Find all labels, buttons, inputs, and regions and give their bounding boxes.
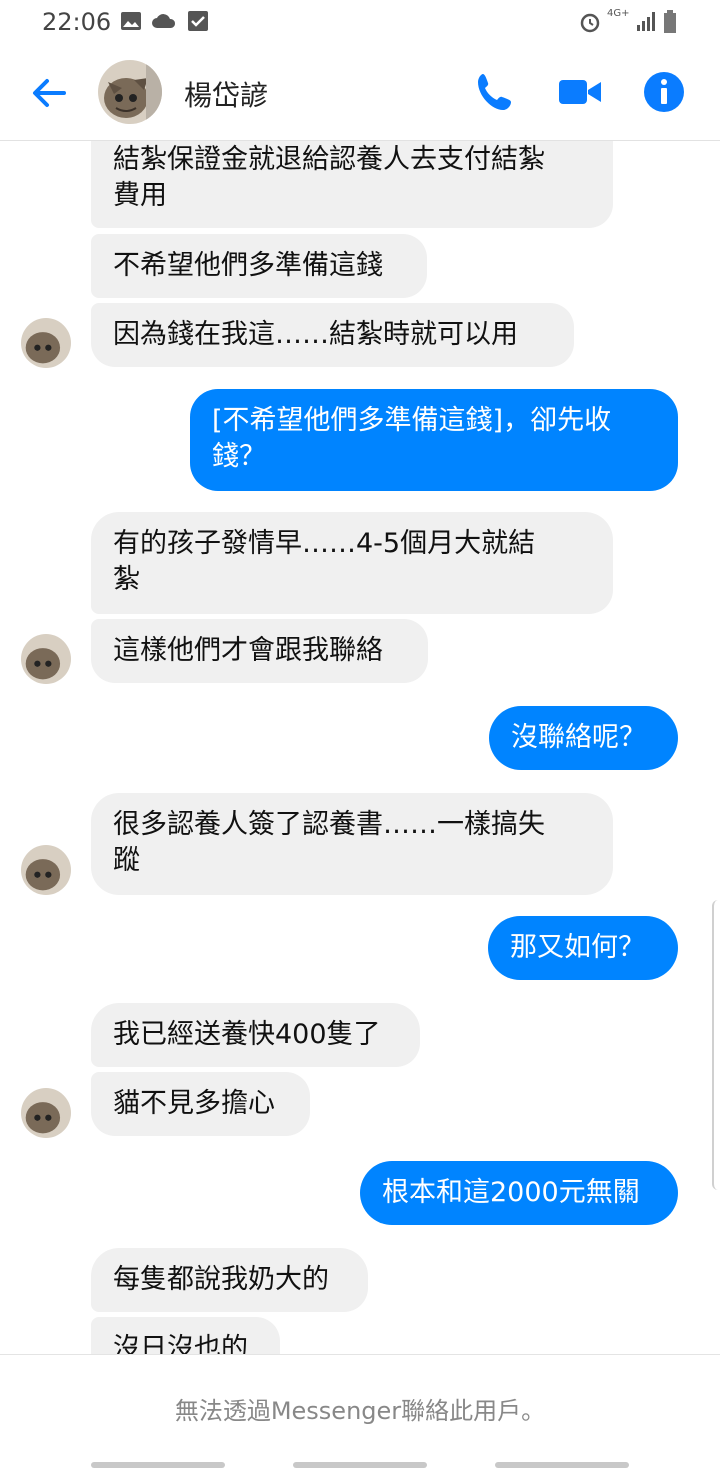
phone-icon[interactable]	[474, 70, 518, 114]
edge-panel-handle[interactable]	[712, 900, 720, 1190]
image-notification-icon	[121, 12, 141, 30]
contact-avatar[interactable]	[98, 60, 162, 124]
message-bubble-incoming: 這樣他們才會跟我聯絡	[91, 619, 428, 683]
cloud-icon	[152, 14, 176, 28]
sender-avatar	[21, 318, 71, 368]
nav-home-button[interactable]	[293, 1462, 427, 1468]
nav-recent-button[interactable]	[91, 1462, 225, 1468]
message-bubble-incoming: 因為錢在我這……結紮時就可以用	[91, 303, 574, 367]
message-bubble-incoming: 每隻都說我奶大的	[91, 1248, 368, 1312]
message-bubble-outgoing: [不希望他們多準備這錢]，卻先收 錢？	[190, 389, 678, 491]
contact-name: 楊岱諺	[184, 79, 269, 112]
message-bubble-incoming: 貓不見多擔心	[91, 1072, 310, 1136]
message-bubble-incoming: 沒日沒也的	[91, 1317, 280, 1354]
status-bar: 22:06 4G+	[0, 0, 720, 44]
signal-icon	[637, 12, 655, 31]
message-thread[interactable]: 結紮保證金就退給認養人去支付結紮 費用 不希望他們多準備這錢 因為錢在我這……結…	[0, 140, 720, 1354]
message-bubble-incoming: 不希望他們多準備這錢	[91, 234, 427, 298]
message-bubble-incoming: 很多認養人簽了認養書……一樣搞失 蹤	[91, 793, 613, 895]
message-bubble-outgoing: 根本和這2000元無關	[360, 1161, 678, 1225]
message-bubble-outgoing: 那又如何？	[488, 916, 678, 980]
cannot-message-notice: 無法透過Messenger聯絡此用戶。	[174, 1397, 546, 1425]
checkbox-notification-icon	[188, 11, 208, 31]
message-bubble-outgoing: 沒聯絡呢？	[489, 706, 678, 770]
nav-back-button[interactable]	[495, 1462, 629, 1468]
battery-icon	[664, 10, 676, 33]
sender-avatar	[21, 1088, 71, 1138]
network-type: 4G+	[607, 8, 630, 19]
status-time: 22:06	[42, 8, 112, 36]
back-arrow-icon[interactable]	[28, 72, 70, 114]
conversation-header: 楊岱諺	[0, 44, 720, 141]
video-camera-icon[interactable]	[558, 70, 602, 114]
message-bubble-incoming: 我已經送養快400隻了	[91, 1003, 420, 1067]
sender-avatar	[21, 845, 71, 895]
sender-avatar	[21, 634, 71, 684]
message-bubble-incoming: 結紮保證金就退給認養人去支付結紮 費用	[91, 140, 613, 228]
info-icon[interactable]	[642, 70, 686, 114]
alarm-icon	[580, 13, 600, 33]
message-bubble-incoming: 有的孩子發情早……4-5個月大就結 紮	[91, 512, 613, 614]
